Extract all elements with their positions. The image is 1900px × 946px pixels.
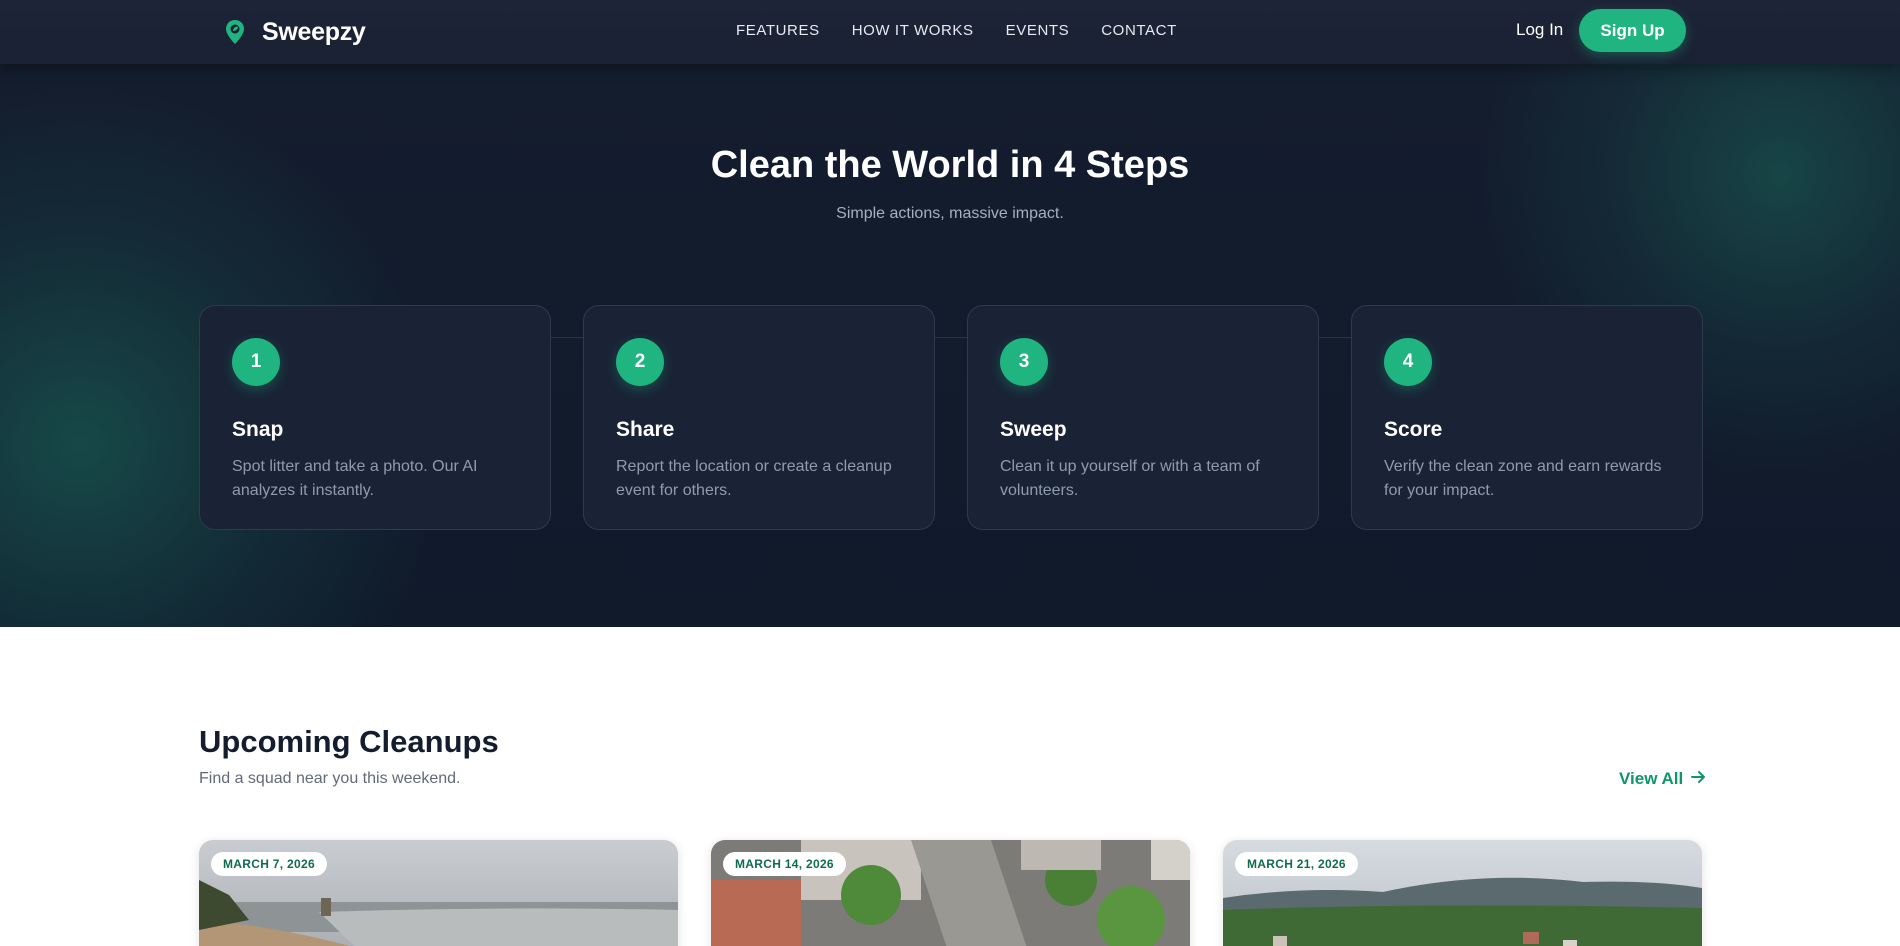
event-card-march-7[interactable]: MARCH 7, 2026	[199, 840, 678, 946]
nav-link-contact[interactable]: CONTACT	[1101, 22, 1177, 39]
event-date-badge: MARCH 21, 2026	[1235, 852, 1358, 876]
top-navbar: Sweepzy FEATURES HOW IT WORKS EVENTS CON…	[0, 0, 1900, 64]
signup-button[interactable]: Sign Up	[1579, 9, 1686, 52]
brand-name: Sweepzy	[262, 17, 366, 46]
step-card-sweep: 3 Sweep Clean it up yourself or with a t…	[967, 305, 1319, 530]
step-title: Share	[616, 418, 675, 441]
step-description: Clean it up yourself or with a team of v…	[1000, 458, 1260, 499]
arrow-right-icon	[1691, 769, 1706, 789]
nav-links: FEATURES HOW IT WORKS EVENTS CONTACT	[736, 0, 1177, 60]
step-number-badge: 2	[616, 338, 664, 386]
step-card-share: 2 Share Report the location or create a …	[583, 305, 935, 530]
event-date-badge: MARCH 14, 2026	[723, 852, 846, 876]
event-card-march-21[interactable]: MARCH 21, 2026	[1223, 840, 1702, 946]
view-all-link[interactable]: View All	[1619, 769, 1706, 789]
step-description: Verify the clean zone and earn rewards f…	[1384, 458, 1662, 499]
nav-link-how-it-works[interactable]: HOW IT WORKS	[852, 22, 974, 39]
step-description: Spot litter and take a photo. Our AI ana…	[232, 458, 478, 499]
step-number-badge: 1	[232, 338, 280, 386]
step-title: Score	[1384, 418, 1443, 441]
nav-link-features[interactable]: FEATURES	[736, 22, 820, 39]
step-number-badge: 4	[1384, 338, 1432, 386]
nav-link-events[interactable]: EVENTS	[1006, 22, 1070, 39]
step-title: Snap	[232, 418, 284, 441]
view-all-label: View All	[1619, 769, 1684, 788]
upcoming-title: Upcoming Cleanups	[199, 724, 499, 759]
event-card-march-14[interactable]: MARCH 14, 2026	[711, 840, 1190, 946]
how-it-works-section: Clean the World in 4 Steps Simple action…	[0, 64, 1900, 627]
map-pin-leaf-icon	[222, 17, 248, 47]
step-description: Report the location or create a cleanup …	[616, 458, 892, 499]
brand-logo[interactable]: Sweepzy	[222, 16, 366, 48]
step-card-snap: 1 Snap Spot litter and take a photo. Our…	[199, 305, 551, 530]
step-card-score: 4 Score Verify the clean zone and earn r…	[1351, 305, 1703, 530]
event-date-badge: MARCH 7, 2026	[211, 852, 327, 876]
hero-title: Clean the World in 4 Steps	[710, 144, 1190, 186]
step-title: Sweep	[1000, 418, 1067, 441]
step-number-badge: 3	[1000, 338, 1048, 386]
login-link[interactable]: Log In	[1516, 20, 1563, 40]
upcoming-subtitle: Find a squad near you this weekend.	[199, 770, 461, 787]
hero-subtitle: Simple actions, massive impact.	[836, 205, 1064, 222]
